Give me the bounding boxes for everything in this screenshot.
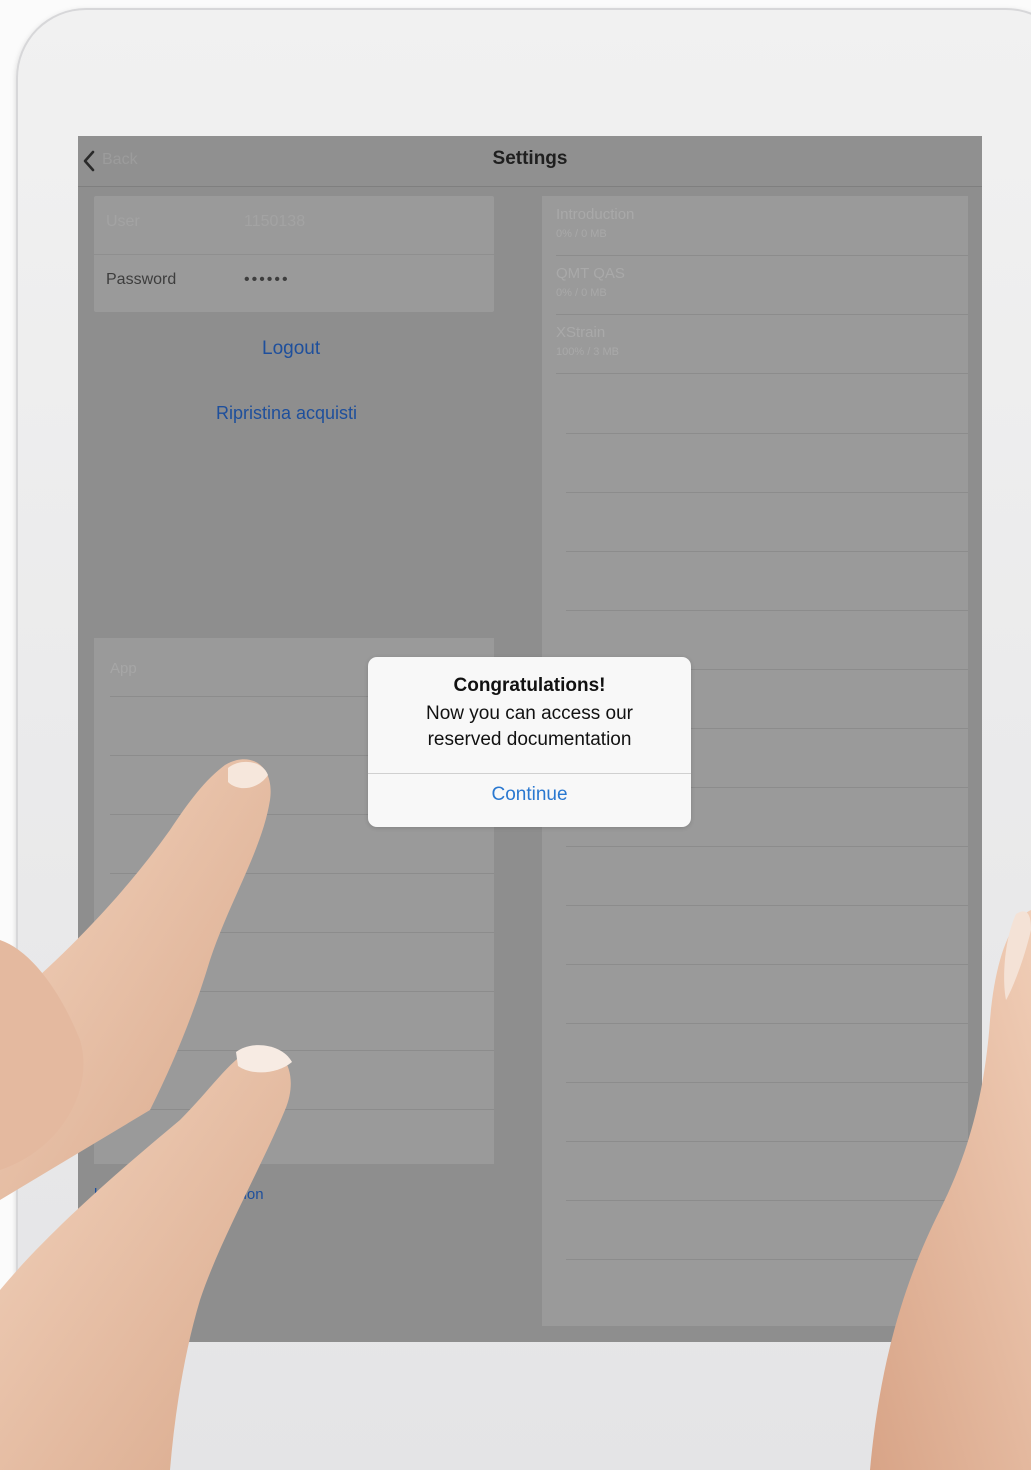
list-divider (110, 1050, 494, 1051)
photo-scene: Back Settings User 1150138 Password ••••… (0, 0, 1031, 1470)
password-row: Password •••••• (94, 254, 494, 312)
app-section-header: App (110, 660, 137, 677)
list-divider (566, 610, 968, 611)
document-status: 0% / 0 MB (556, 287, 607, 299)
document-status: 0% / 0 MB (556, 228, 607, 240)
list-item[interactable]: Introduction 0% / 0 MB (556, 196, 968, 256)
list-divider (566, 1200, 968, 1201)
alert-title: Congratulations! (453, 675, 606, 696)
list-item[interactable]: XStrain 100% / 3 MB (556, 314, 968, 374)
document-title: QMT QAS (556, 265, 625, 282)
alert-message-line: reserved documentation (427, 729, 632, 750)
user-field[interactable]: 1150138 (244, 213, 305, 231)
document-status: 100% / 3 MB (556, 346, 619, 358)
list-divider (566, 551, 968, 552)
document-title: XStrain (556, 324, 606, 341)
list-divider (566, 492, 968, 493)
list-divider (566, 1141, 968, 1142)
list-item[interactable]: QMT QAS 0% / 0 MB (556, 255, 968, 315)
navigation-bar: Back Settings (78, 136, 982, 187)
list-divider (566, 964, 968, 965)
list-divider (110, 932, 494, 933)
list-divider (566, 905, 968, 906)
alert-message-line: Now you can access our (426, 703, 633, 724)
logout-button[interactable]: Logout (262, 338, 320, 360)
list-divider (566, 1259, 968, 1260)
footer-links[interactable]: le L digital ducumentation t Ei and tech… (94, 1184, 514, 1226)
password-label: Password (106, 271, 177, 288)
list-divider (566, 433, 968, 434)
list-divider (566, 846, 968, 847)
restore-purchases-button[interactable]: Ripristina acquisti (216, 403, 357, 424)
footer-line[interactable]: t Ei and technologies (94, 1205, 514, 1226)
password-field[interactable]: •••••• (244, 271, 290, 289)
user-row: User 1150138 (94, 196, 494, 255)
user-label: User (106, 213, 140, 230)
page-title: Settings (492, 148, 568, 169)
app-screen: Back Settings User 1150138 Password ••••… (78, 136, 982, 1342)
login-card: User 1150138 Password •••••• (94, 196, 494, 312)
footer-line[interactable]: le L digital ducumentation (94, 1184, 514, 1205)
list-divider (110, 1109, 494, 1110)
alert-dialog: Congratulations! Now you can access our … (368, 657, 691, 827)
alert-message: Now you can access our reserved document… (368, 701, 691, 753)
document-title: Introduction (556, 206, 635, 223)
list-divider (566, 1023, 968, 1024)
list-divider (110, 873, 494, 874)
continue-button[interactable]: Continue (368, 774, 691, 827)
list-divider (566, 1082, 968, 1083)
list-divider (110, 991, 494, 992)
